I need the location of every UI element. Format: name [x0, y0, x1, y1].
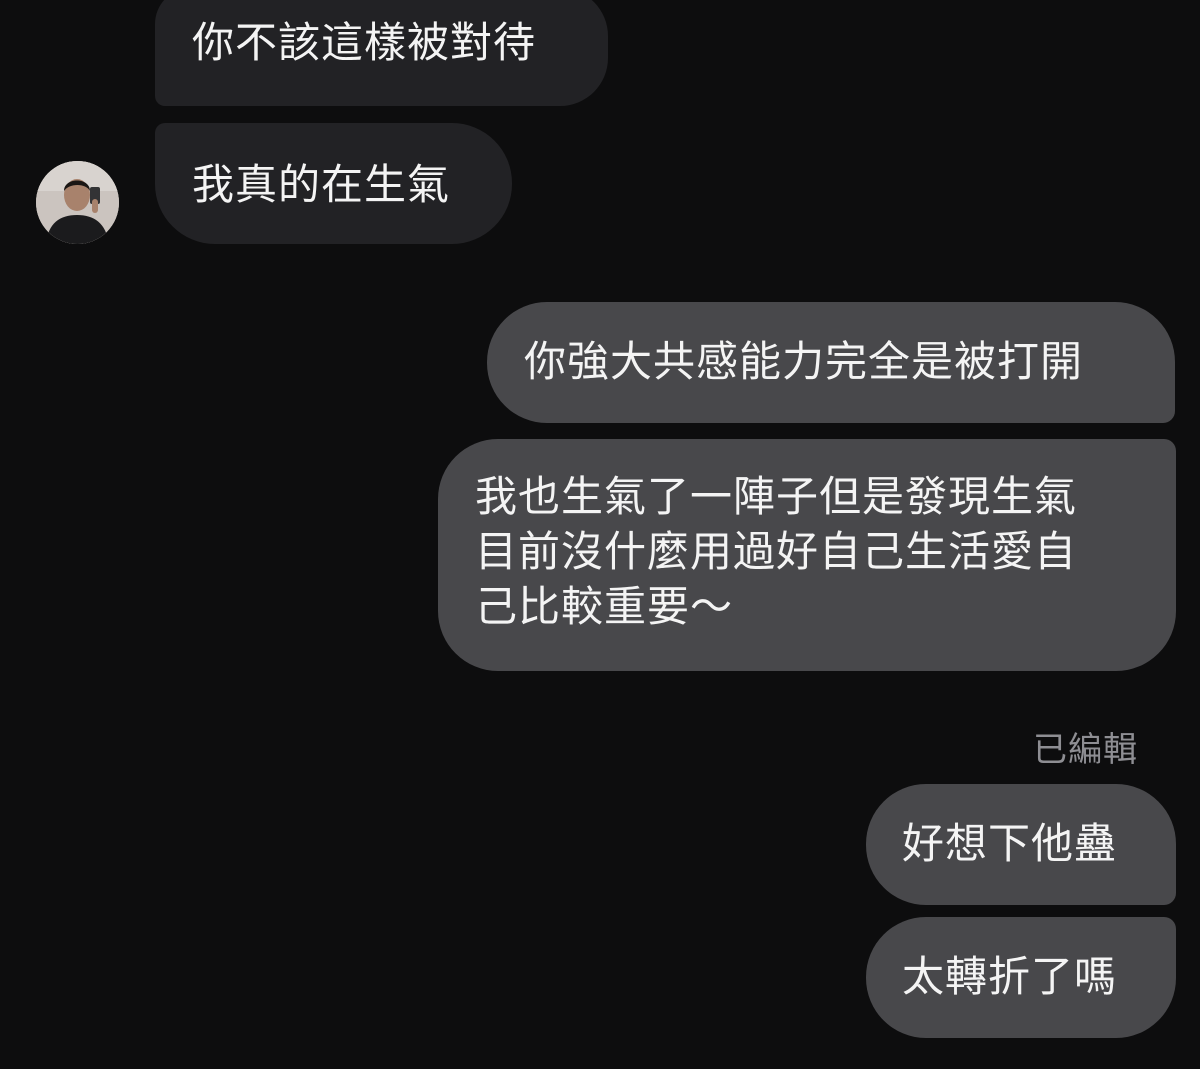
- message-text: 你不該這樣被對待: [192, 18, 537, 67]
- message-bubble-incoming[interactable]: 我真的在生氣: [155, 123, 512, 244]
- message-text-line: 己比較重要～: [475, 582, 734, 631]
- avatar-photo-icon: [36, 161, 119, 244]
- message-bubble-outgoing[interactable]: 我也生氣了一陣子但是發現生氣 目前沒什麼用過好自己生活愛自 己比較重要～: [438, 439, 1176, 671]
- message-bubble-incoming[interactable]: 你不該這樣被對待: [155, 0, 608, 106]
- message-text: 太轉折了嗎: [902, 952, 1118, 1001]
- message-text-line: 我也生氣了一陣子但是發現生氣: [475, 472, 1078, 521]
- contact-avatar[interactable]: [36, 161, 119, 244]
- message-text-line: 目前沒什麼用過好自己生活愛自: [475, 527, 1078, 576]
- chat-thread: 你不該這樣被對待 我真的在生氣 你強大共感能力完全是被打開 我也生氣了一陣子但是…: [0, 0, 1200, 1069]
- edited-label: 已編輯: [1033, 730, 1138, 770]
- message-text: 你強大共感能力完全是被打開: [524, 337, 1084, 386]
- message-bubble-outgoing[interactable]: 太轉折了嗎: [866, 917, 1176, 1038]
- message-text: 好想下他蠱: [902, 819, 1118, 868]
- message-text: 我真的在生氣: [192, 160, 451, 209]
- message-bubble-outgoing[interactable]: 好想下他蠱: [866, 784, 1176, 905]
- message-bubble-outgoing[interactable]: 你強大共感能力完全是被打開: [487, 302, 1175, 423]
